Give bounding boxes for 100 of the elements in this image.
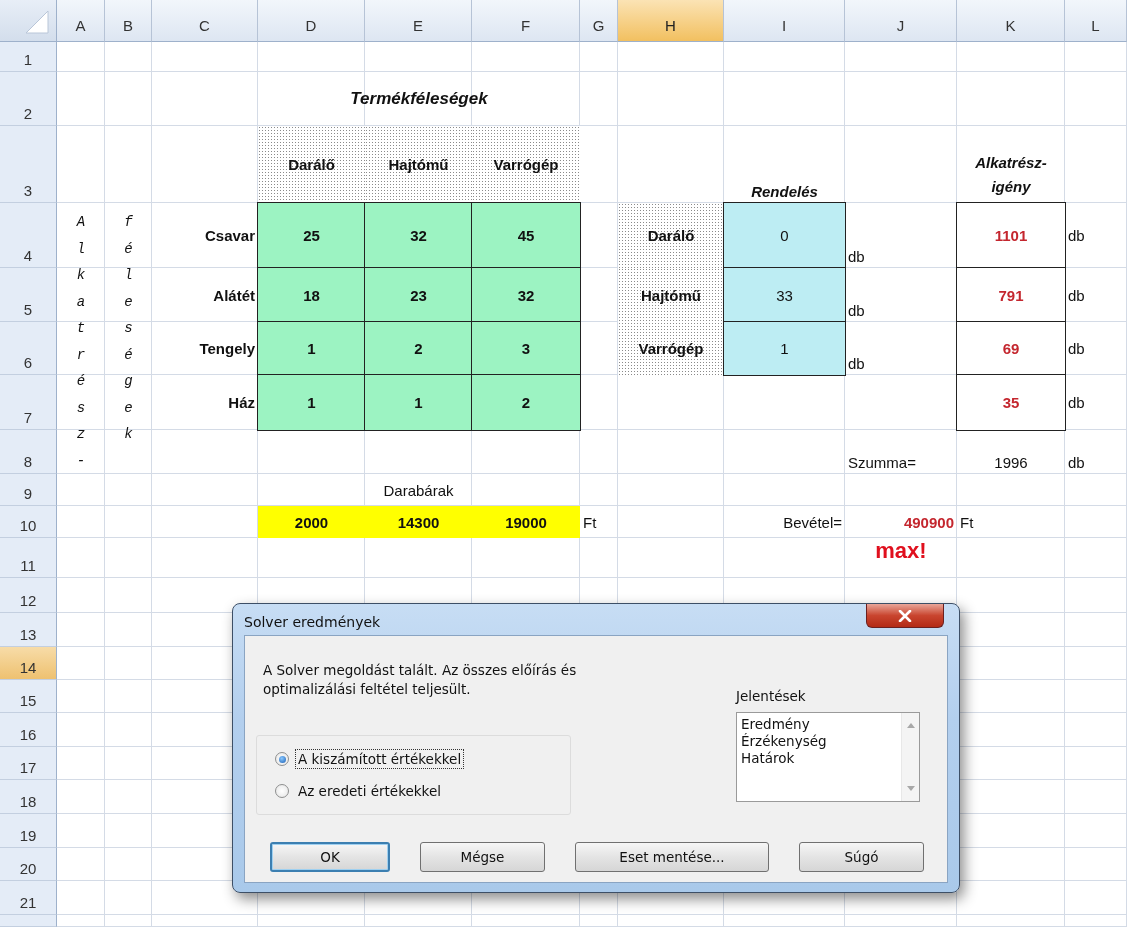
column-header[interactable]: G xyxy=(580,0,618,42)
table-cell: Darálő xyxy=(618,203,724,268)
table-cell: Varrógép xyxy=(618,322,724,375)
column-header[interactable]: E xyxy=(365,0,472,42)
row-header[interactable]: 8 xyxy=(0,430,57,474)
row-header[interactable]: 2 xyxy=(0,72,57,126)
row-header[interactable]: 20 xyxy=(0,848,57,881)
report-list[interactable]: Eredmény Érzékenység Határok xyxy=(736,712,920,802)
table-cell: Darálő xyxy=(258,126,365,203)
column-header[interactable]: K xyxy=(957,0,1065,42)
row-header[interactable]: 4 xyxy=(0,203,57,268)
table-cell: 33 xyxy=(724,268,845,322)
row-header[interactable]: 11 xyxy=(0,538,57,578)
table-cell: Varrógép xyxy=(472,126,580,203)
table-cell-text: db xyxy=(1067,339,1086,359)
message-text: A Solver megoldást talált. Az összes előírás és optimalizálási feltétel teljesült. xyxy=(263,661,578,699)
list-item[interactable]: Eredmény xyxy=(741,716,810,733)
dialog-title: Solver eredmények xyxy=(244,614,381,630)
column-header[interactable]: I xyxy=(724,0,845,42)
table-cell: 32 xyxy=(472,268,580,322)
dialog-button[interactable]: Mégse xyxy=(420,842,545,872)
row-header[interactable]: 19 xyxy=(0,814,57,848)
list-item[interactable]: Határok xyxy=(741,750,795,767)
dialog-button[interactable]: OK xyxy=(270,842,390,872)
table-cell-text: db xyxy=(847,247,866,267)
row-header[interactable]: 3 xyxy=(0,126,57,203)
close-button[interactable] xyxy=(866,604,944,628)
radio-button[interactable] xyxy=(275,784,289,798)
table-cell: 2 xyxy=(365,322,472,375)
reports-label: Jelentések xyxy=(736,688,807,704)
column-header[interactable]: J xyxy=(845,0,957,42)
close-icon xyxy=(898,609,912,622)
table-cell: 2000 xyxy=(258,506,365,538)
table-title: Termékféleségek xyxy=(349,88,489,110)
row-header[interactable]: 17 xyxy=(0,747,57,780)
column-header[interactable]: B xyxy=(105,0,152,42)
table-cell: 69 xyxy=(957,322,1065,375)
table-cell-text: Ft xyxy=(959,512,975,533)
column-header[interactable]: C xyxy=(152,0,258,42)
row-header[interactable]: 7 xyxy=(0,375,57,430)
table-cell-text: Alkatrész- igény xyxy=(974,153,1048,197)
column-header[interactable]: H xyxy=(618,0,724,42)
column-header[interactable]: A xyxy=(57,0,105,42)
scroll-down-icon[interactable] xyxy=(906,786,915,791)
row-header[interactable]: 5 xyxy=(0,268,57,322)
table-cell: 45 xyxy=(472,203,580,268)
list-item[interactable]: Érzékenység xyxy=(741,733,827,750)
table-cell: 23 xyxy=(365,268,472,322)
row-header[interactable]: 14 xyxy=(0,647,57,680)
table-cell-text: Alátét xyxy=(212,285,256,306)
table-cell-text: db xyxy=(1067,226,1086,246)
column-header[interactable]: L xyxy=(1065,0,1127,42)
table-cell-text: db xyxy=(1067,453,1086,473)
table-cell-text: db xyxy=(847,301,866,321)
table-cell-text: Bevétel= xyxy=(782,512,843,533)
table-cell: 3 xyxy=(472,322,580,375)
table-cell: Hajtómű xyxy=(365,126,472,203)
table-cell: 18 xyxy=(258,268,365,322)
column-header[interactable]: F xyxy=(472,0,580,42)
dialog-button[interactable]: Eset mentése... xyxy=(575,842,769,872)
scroll-up-icon[interactable] xyxy=(906,723,915,728)
row-header[interactable]: 13 xyxy=(0,613,57,647)
table-cell: 1 xyxy=(258,322,365,375)
table-cell-text: 490900 xyxy=(902,512,955,533)
radio-label[interactable]: A kiszámított értékekkel xyxy=(295,749,465,769)
row-header[interactable]: 9 xyxy=(0,474,57,506)
row-header[interactable]: 10 xyxy=(0,506,57,538)
table-cell: 1 xyxy=(365,375,472,430)
row-header[interactable]: 16 xyxy=(0,713,57,747)
table-cell: 2 xyxy=(472,375,580,430)
column-header[interactable]: D xyxy=(258,0,365,42)
row-header[interactable]: 1 xyxy=(0,42,57,72)
row-header[interactable]: 6 xyxy=(0,322,57,375)
radio-label[interactable]: Az eredeti értékekkel xyxy=(295,781,444,801)
table-cell-text: Rendelés xyxy=(750,182,819,202)
table-cell-text: 1996 xyxy=(993,453,1029,473)
table-cell: Hajtómű xyxy=(618,268,724,322)
table-cell: 25 xyxy=(258,203,365,268)
table-cell: 1 xyxy=(724,322,845,375)
row-header[interactable]: 12 xyxy=(0,578,57,613)
vertical-label: Alkatrész- xyxy=(76,213,86,471)
select-all-icon[interactable] xyxy=(0,0,57,42)
table-cell-text: Ház xyxy=(227,393,256,413)
table-cell: 19000 xyxy=(472,506,580,538)
table-cell-text: db xyxy=(847,354,866,374)
scrollbar[interactable] xyxy=(901,713,919,801)
table-cell-text: db xyxy=(1067,285,1086,306)
dialog-button[interactable]: Súgó xyxy=(799,842,924,872)
table-cell-text: Szumma= xyxy=(847,453,917,473)
vertical-label: féleségek xyxy=(124,213,133,444)
table-cell: 0 xyxy=(724,203,845,268)
table-cell: 1101 xyxy=(957,203,1065,268)
table-cell: 1 xyxy=(258,375,365,430)
row-header[interactable]: 18 xyxy=(0,780,57,814)
row-header[interactable]: 15 xyxy=(0,680,57,713)
radio-button[interactable] xyxy=(275,752,289,766)
row-header[interactable]: 21 xyxy=(0,881,57,915)
table-cell-text: Csavar xyxy=(203,226,256,246)
table-cell: 14300 xyxy=(365,506,472,538)
row-header[interactable] xyxy=(0,915,57,927)
